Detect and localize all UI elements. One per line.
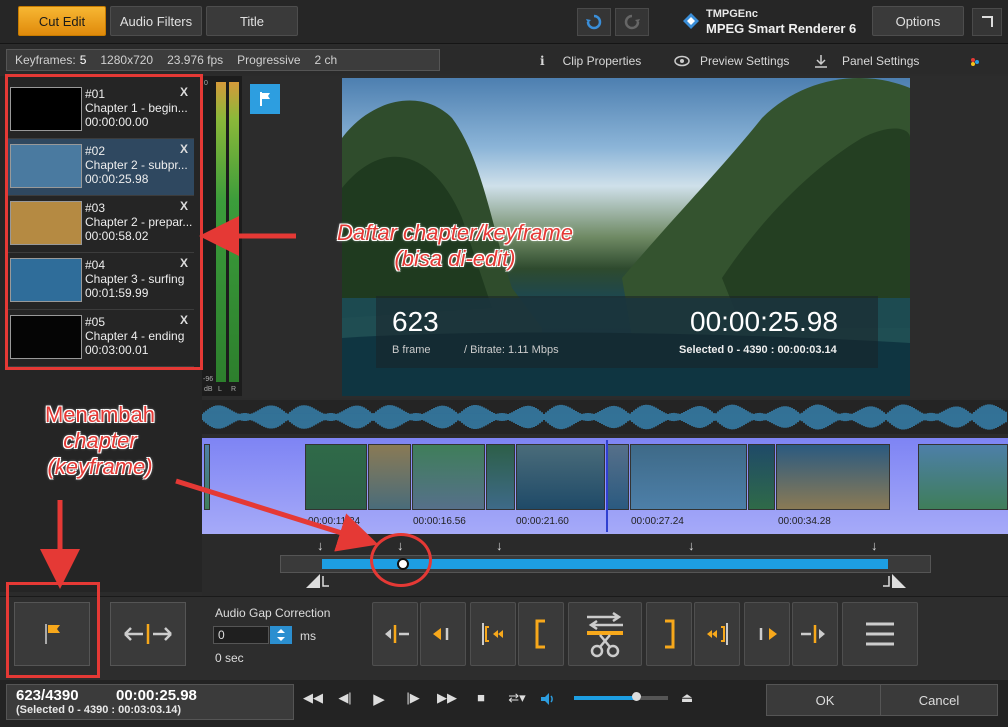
add-chapter-annotation: Menambah chapter (keyframe): [20, 402, 180, 480]
chapter-list-annotation-line2: (bisa di-edit): [394, 246, 516, 271]
annotation-arrows: [40, 216, 379, 589]
arrow-to-timeline: [175, 478, 379, 552]
chapter-list-annotation: Daftar chapter/keyframe (bisa di-edit): [300, 220, 610, 272]
chapter-list-annotation-line1: Daftar chapter/keyframe: [337, 220, 573, 245]
add-chapter-annotation-line1: Menambah: [44, 402, 156, 427]
add-chapter-annotation-line3: (keyframe): [47, 454, 153, 479]
add-chapter-annotation-line2: chapter: [63, 428, 137, 453]
